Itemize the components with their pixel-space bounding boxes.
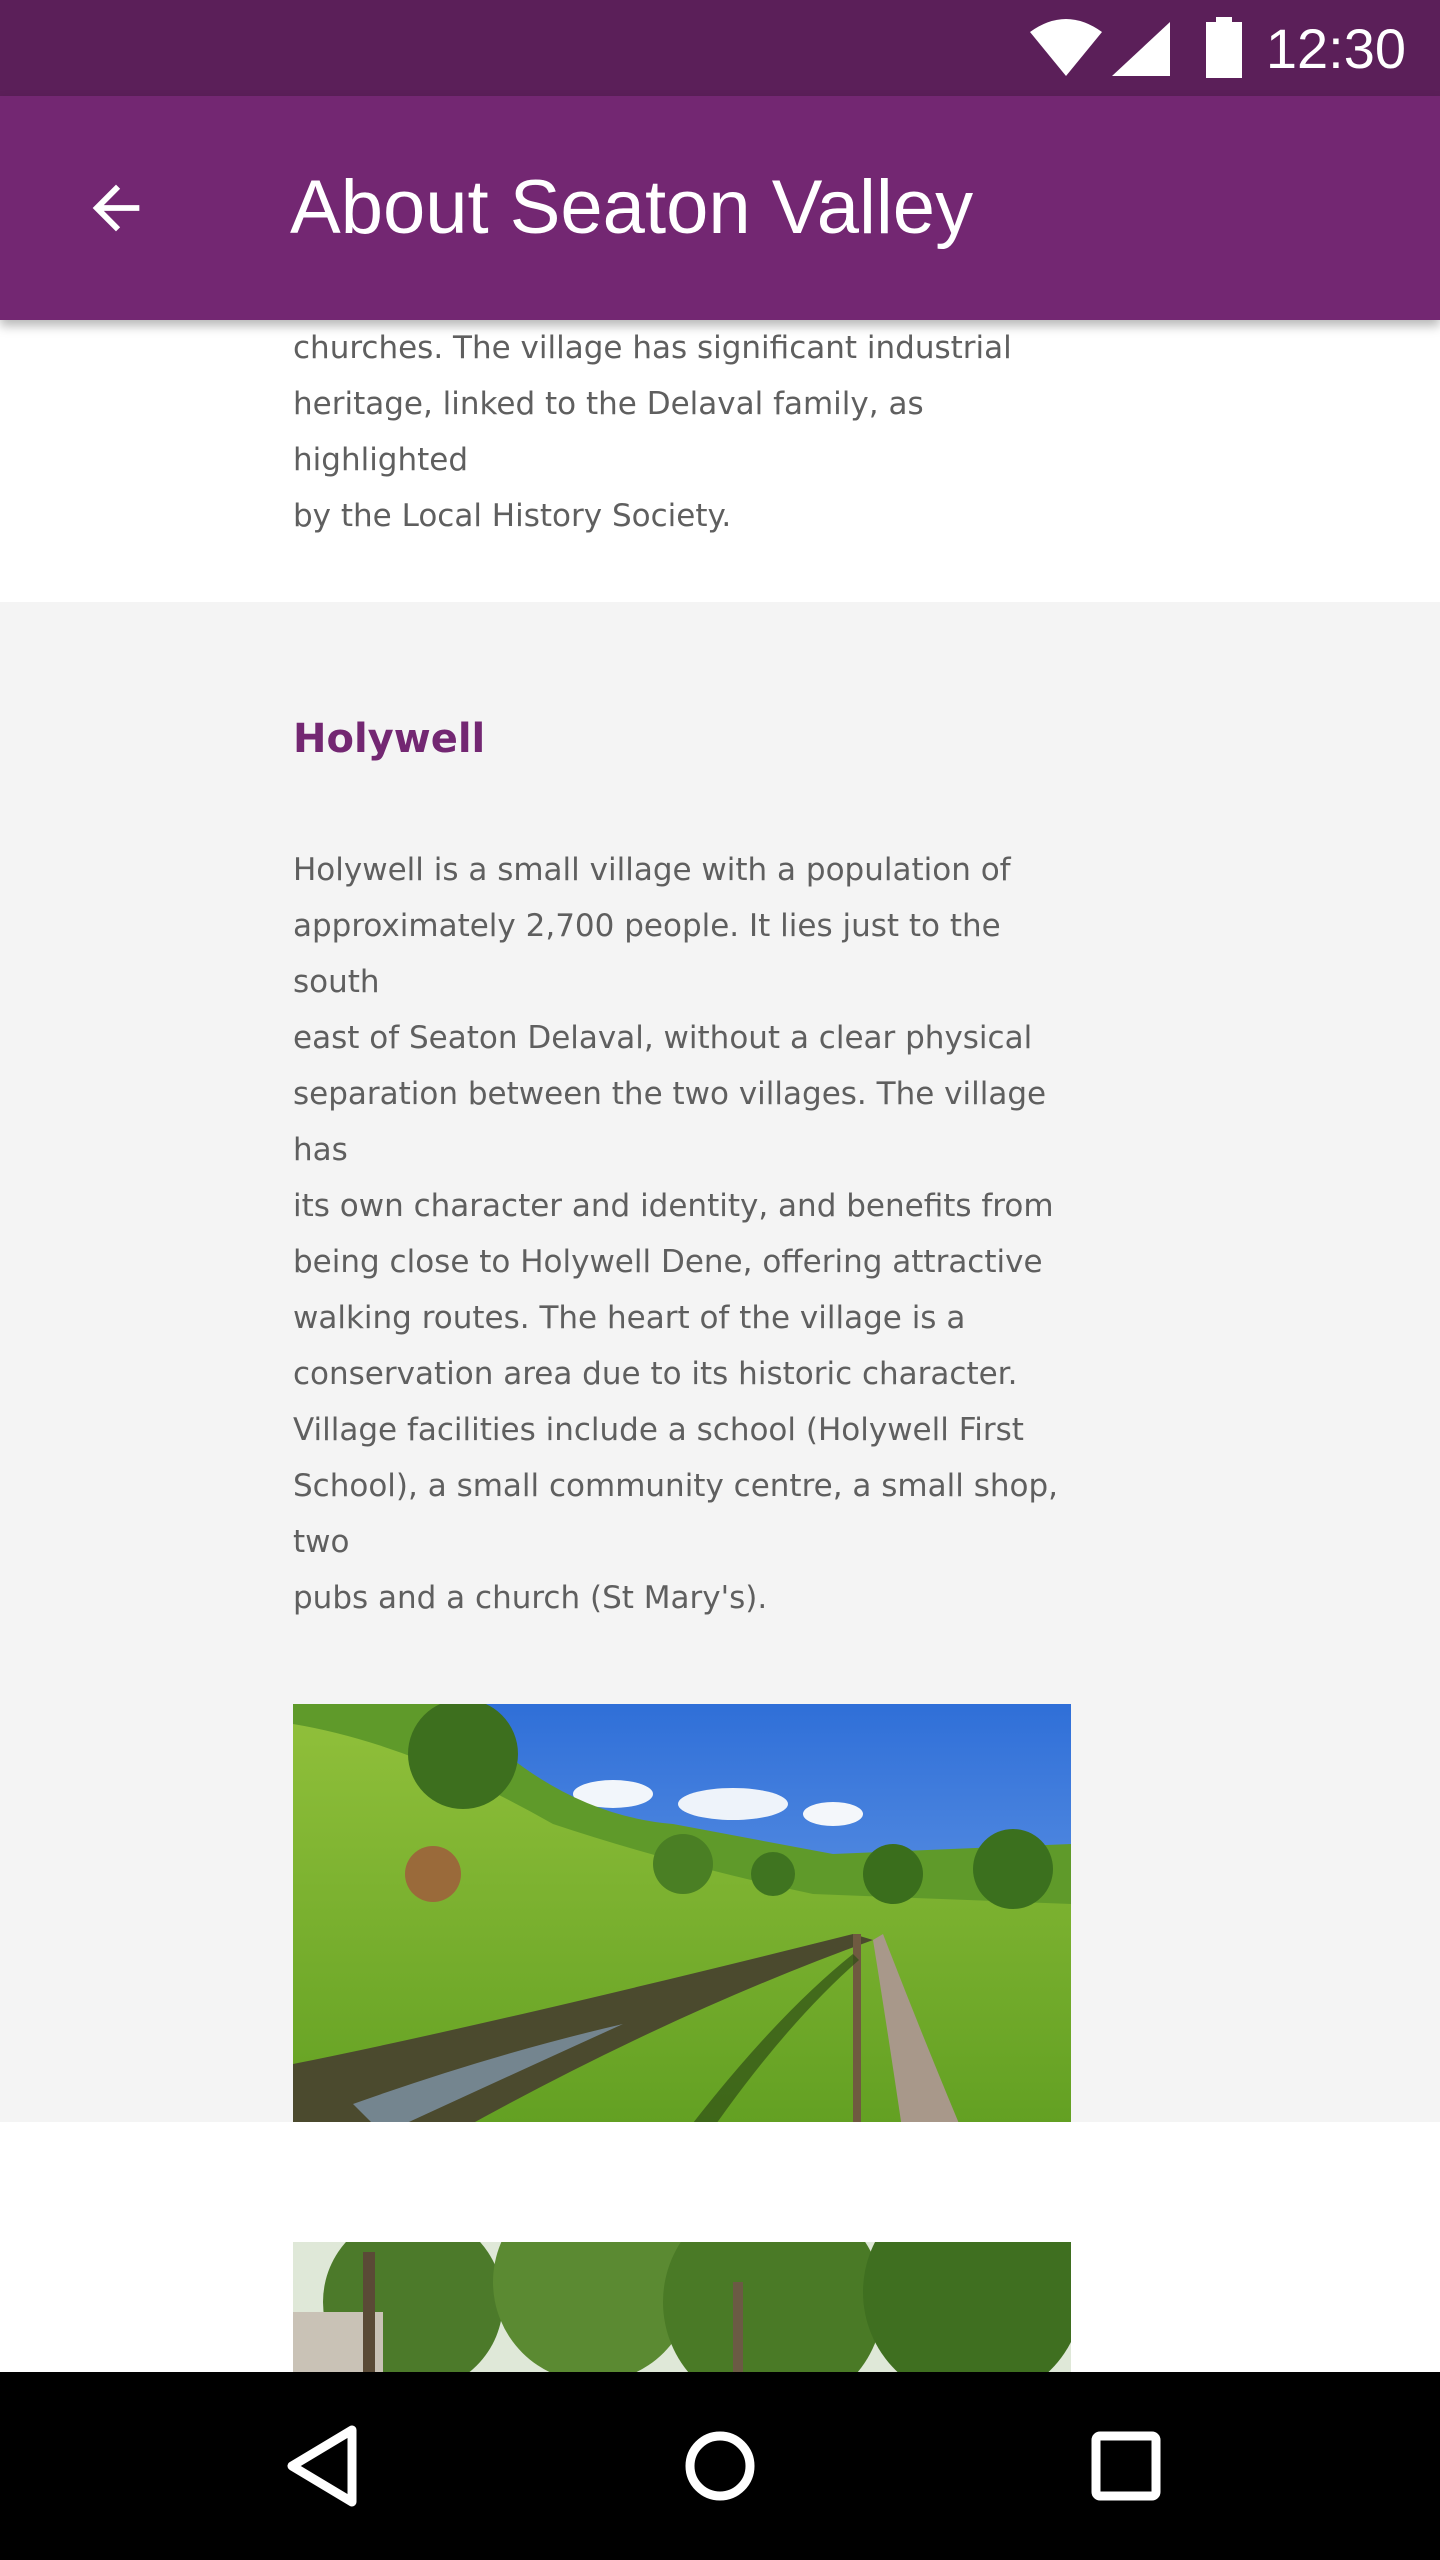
status-time: 12:30 [1265, 16, 1406, 80]
holywell-section: Holywell Holywell is a small village wit… [0, 602, 1440, 2204]
text-line: its own character and identity, and bene… [293, 1188, 1054, 1224]
holywell-paragraph: Holywell is a small village with a popul… [293, 842, 1093, 1626]
trees-photo [293, 2242, 1071, 2372]
text-line: by the Local History Society. [293, 498, 732, 534]
text-line: School), a small community centre, a sma… [293, 1468, 1058, 1560]
app-bar: About Seaton Valley [0, 96, 1440, 320]
home-circle-icon [685, 2431, 755, 2501]
text-line: heritage, linked to the Delaval family, … [293, 386, 924, 478]
nav-home-button[interactable] [660, 2406, 780, 2526]
status-icons: 12:30 [1028, 0, 1440, 96]
section-heading: Holywell [293, 716, 486, 762]
intro-paragraph: churches. The village has significant in… [293, 320, 1093, 544]
text-line: Holywell is a small village with a popul… [293, 852, 1011, 888]
back-triangle-icon [287, 2425, 357, 2507]
recents-square-icon [1091, 2431, 1161, 2501]
battery-icon [1205, 17, 1242, 78]
arrow-back-icon [92, 184, 140, 232]
status-bar: 12:30 [0, 0, 1440, 96]
page-title: About Seaton Valley [290, 165, 974, 250]
text-line: pubs and a church (St Mary's). [293, 1580, 768, 1616]
text-line: conservation area due to its historic ch… [293, 1356, 1018, 1392]
content-scroll[interactable]: churches. The village has significant in… [0, 320, 1440, 2372]
cell-signal-icon [1111, 22, 1170, 76]
back-button[interactable] [64, 156, 168, 260]
intro-section: churches. The village has significant in… [0, 320, 1440, 602]
next-section [0, 2122, 1440, 2372]
nav-recents-button[interactable] [1066, 2406, 1186, 2526]
text-line: approximately 2,700 people. It lies just… [293, 908, 1001, 1000]
text-line: separation between the two villages. The… [293, 1076, 1047, 1168]
text-line: Village facilities include a school (Hol… [293, 1412, 1024, 1448]
text-line: east of Seaton Delaval, without a clear … [293, 1020, 1033, 1056]
wifi-icon [1029, 19, 1102, 76]
system-nav-bar [0, 2372, 1440, 2560]
text-line: walking routes. The heart of the village… [293, 1300, 966, 1336]
nav-back-button[interactable] [262, 2406, 382, 2526]
text-line: being close to Holywell Dene, offering a… [293, 1244, 1043, 1280]
text-line: churches. The village has significant in… [293, 330, 1012, 366]
